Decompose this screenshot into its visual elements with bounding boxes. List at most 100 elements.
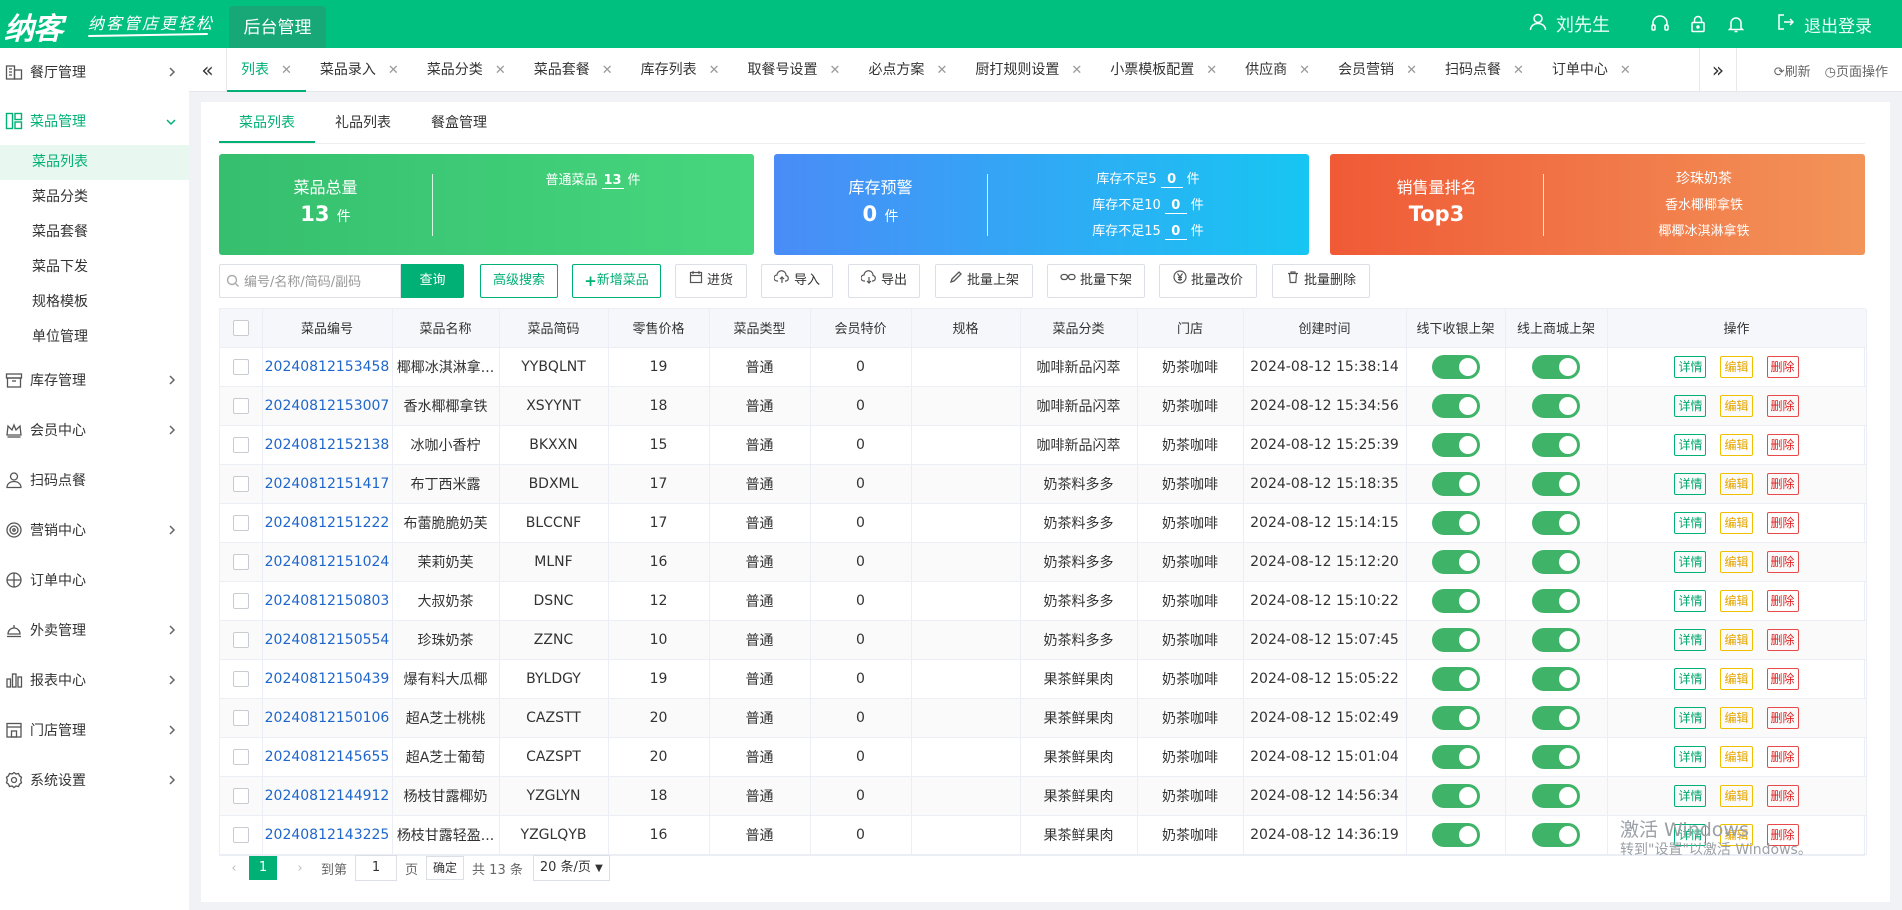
row-checkbox[interactable]: [220, 542, 263, 582]
toggle-switch[interactable]: [1431, 666, 1480, 691]
delete-button[interactable]: 删除: [1766, 394, 1799, 417]
row-checkbox[interactable]: [220, 620, 263, 660]
cell-online-switch[interactable]: [1505, 698, 1608, 738]
tab-4[interactable]: 库存列表 ✕: [627, 48, 734, 92]
row-checkbox[interactable]: [220, 659, 263, 699]
advanced-search-button[interactable]: 高级搜索: [480, 264, 558, 298]
cell-code[interactable]: 20240812151222: [262, 503, 393, 543]
tab-11[interactable]: 扫码点餐 ✕: [1431, 48, 1538, 92]
close-icon[interactable]: ✕: [602, 63, 613, 78]
cell-code[interactable]: 20240812153007: [262, 386, 393, 426]
close-icon[interactable]: ✕: [388, 63, 399, 78]
tab-5[interactable]: 取餐号设置 ✕: [734, 48, 855, 92]
batch-price-button[interactable]: 批量改价: [1159, 264, 1257, 298]
tab-1[interactable]: 菜品录入 ✕: [306, 48, 413, 92]
close-icon[interactable]: ✕: [1406, 63, 1417, 78]
menu-members[interactable]: 会员中心: [0, 406, 189, 454]
toggle-switch[interactable]: [1532, 549, 1580, 574]
logout-button[interactable]: 退出登录: [1776, 12, 1902, 37]
tab-3[interactable]: 菜品套餐 ✕: [520, 48, 627, 92]
import-button[interactable]: 导入: [761, 264, 833, 298]
checkbox[interactable]: [232, 592, 249, 609]
toggle-switch[interactable]: [1431, 471, 1480, 496]
cell-online-switch[interactable]: [1505, 347, 1608, 387]
cell-online-switch[interactable]: [1505, 425, 1608, 465]
toggle-switch[interactable]: [1431, 705, 1480, 730]
checkbox[interactable]: [232, 319, 249, 336]
cell-offline-switch[interactable]: [1406, 698, 1506, 738]
cell-code[interactable]: 20240812153458: [262, 347, 393, 387]
edit-button[interactable]: 编辑: [1720, 550, 1753, 573]
menu-stores[interactable]: 门店管理: [0, 706, 189, 754]
delete-button[interactable]: 删除: [1766, 745, 1799, 768]
menu-orders[interactable]: 订单中心: [0, 556, 189, 604]
cell-online-switch[interactable]: [1505, 542, 1608, 582]
close-icon[interactable]: ✕: [1071, 63, 1082, 78]
toggle-switch[interactable]: [1532, 354, 1580, 379]
checkbox[interactable]: [232, 358, 249, 375]
row-checkbox[interactable]: [220, 815, 263, 855]
edit-button[interactable]: 编辑: [1720, 784, 1753, 807]
submenu-dish-distribute[interactable]: 菜品下发: [0, 250, 189, 285]
goto-confirm-button[interactable]: 确定: [426, 856, 465, 880]
tab-10[interactable]: 会员营销 ✕: [1324, 48, 1431, 92]
tab-0[interactable]: 列表 ✕: [227, 48, 306, 92]
row-checkbox[interactable]: [220, 386, 263, 426]
search-input[interactable]: [244, 271, 394, 293]
toggle-switch[interactable]: [1532, 588, 1580, 613]
close-icon[interactable]: ✕: [1299, 63, 1310, 78]
detail-button[interactable]: 详情: [1674, 745, 1707, 768]
cell-offline-switch[interactable]: [1406, 737, 1506, 777]
delete-button[interactable]: 删除: [1766, 511, 1799, 534]
cell-code[interactable]: 20240812150106: [262, 698, 393, 738]
menu-scan-order[interactable]: 扫码点餐: [0, 456, 189, 504]
cell-offline-switch[interactable]: [1406, 542, 1506, 582]
tab-9[interactable]: 供应商 ✕: [1231, 48, 1324, 92]
cell-online-switch[interactable]: [1505, 737, 1608, 777]
cell-code[interactable]: 20240812152138: [262, 425, 393, 465]
cell-offline-switch[interactable]: [1406, 347, 1506, 387]
batch-delete-button[interactable]: 批量删除: [1272, 264, 1370, 298]
menu-delivery[interactable]: 外卖管理: [0, 606, 189, 654]
page-size-select[interactable]: 20 条/页 ▼: [532, 855, 610, 881]
detail-button[interactable]: 详情: [1674, 433, 1707, 456]
detail-button[interactable]: 详情: [1674, 784, 1707, 807]
checkbox[interactable]: [232, 397, 249, 414]
tabs-scroll-left-icon[interactable]: «: [189, 48, 227, 92]
cell-offline-switch[interactable]: [1406, 620, 1506, 660]
checkbox[interactable]: [232, 826, 249, 843]
checkbox[interactable]: [232, 670, 249, 687]
delete-button[interactable]: 删除: [1766, 550, 1799, 573]
current-page[interactable]: 1: [249, 856, 277, 880]
detail-button[interactable]: 详情: [1674, 550, 1707, 573]
toggle-switch[interactable]: [1431, 588, 1480, 613]
cell-code[interactable]: 20240812150554: [262, 620, 393, 660]
admin-tab[interactable]: 后台管理: [229, 6, 326, 48]
cell-online-switch[interactable]: [1505, 776, 1608, 816]
close-icon[interactable]: ✕: [1206, 63, 1217, 78]
batch-off-button[interactable]: 批量下架: [1047, 264, 1145, 298]
delete-button[interactable]: 删除: [1766, 589, 1799, 612]
row-checkbox[interactable]: [220, 503, 263, 543]
menu-settings[interactable]: 系统设置: [0, 756, 189, 804]
close-icon[interactable]: ✕: [709, 63, 720, 78]
checkbox[interactable]: [232, 475, 249, 492]
close-icon[interactable]: ✕: [495, 63, 506, 78]
menu-restaurant[interactable]: 餐厅管理: [0, 48, 189, 96]
toggle-switch[interactable]: [1431, 354, 1480, 379]
toggle-switch[interactable]: [1532, 393, 1580, 418]
checkbox[interactable]: [232, 709, 249, 726]
toggle-switch[interactable]: [1532, 822, 1580, 847]
detail-button[interactable]: 详情: [1674, 667, 1707, 690]
submenu-dish-category[interactable]: 菜品分类: [0, 180, 189, 215]
headset-icon[interactable]: [1650, 14, 1670, 34]
edit-button[interactable]: 编辑: [1720, 628, 1753, 651]
select-all-checkbox[interactable]: [220, 309, 263, 348]
next-page-icon[interactable]: ›: [285, 861, 315, 876]
checkbox[interactable]: [232, 436, 249, 453]
detail-button[interactable]: 详情: [1674, 394, 1707, 417]
row-checkbox[interactable]: [220, 581, 263, 621]
menu-dishes[interactable]: 菜品管理: [0, 97, 189, 145]
goto-page-input[interactable]: 1: [355, 855, 398, 881]
close-icon[interactable]: ✕: [1620, 63, 1631, 78]
